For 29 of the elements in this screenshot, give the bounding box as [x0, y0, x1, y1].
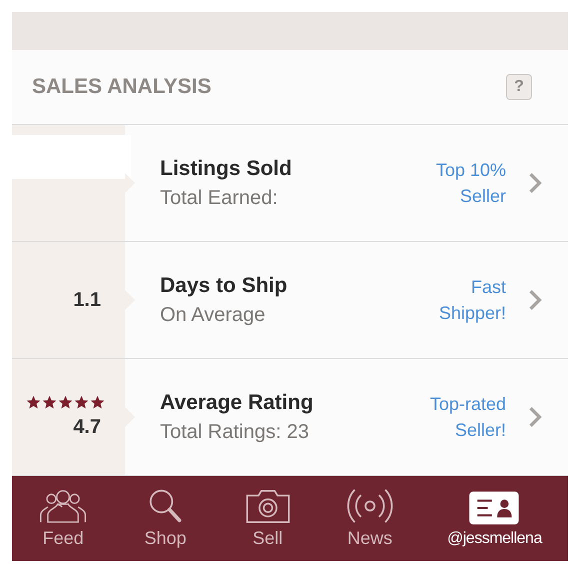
- stat-subtitle: Total Earned:: [160, 186, 278, 210]
- tab[interactable]: Sell: [242, 488, 293, 549]
- stat-subtitle: Total Ratings: 23: [160, 420, 309, 444]
- tab[interactable]: @jessmellena: [447, 490, 542, 548]
- stat-value: 4.7: [73, 416, 101, 439]
- chevron-icon[interactable]: [528, 172, 542, 194]
- badge-link[interactable]: Top 10% Seller: [436, 157, 506, 209]
- stat-title: Listings Sold: [160, 156, 293, 180]
- star-icon: [74, 395, 89, 410]
- broadcast-icon: [344, 488, 395, 524]
- chevron-icon[interactable]: [528, 289, 542, 311]
- tab[interactable]: Shop: [140, 488, 190, 549]
- stat-title: Days to Ship: [160, 274, 288, 298]
- help-button[interactable]: ?: [506, 74, 532, 100]
- section-title: SALES ANALYSIS: [32, 75, 212, 99]
- star-icon: [26, 395, 41, 410]
- stat-title: Average Rating: [160, 390, 314, 414]
- tab[interactable]: News: [344, 488, 395, 549]
- chevron-icon[interactable]: [528, 406, 542, 428]
- people-icon: [38, 488, 88, 524]
- stat-subtitle: On Average: [160, 304, 266, 326]
- star-icon: [42, 395, 57, 410]
- badge-link[interactable]: Fast Shipper!: [438, 274, 506, 326]
- badge-link[interactable]: Top-rated Seller!: [430, 391, 506, 443]
- star-icon: [58, 395, 73, 410]
- profile-card-icon: [469, 490, 520, 526]
- stat-value: 1.1: [73, 288, 101, 312]
- tab[interactable]: Feed: [38, 488, 88, 549]
- star-icon: [90, 395, 105, 410]
